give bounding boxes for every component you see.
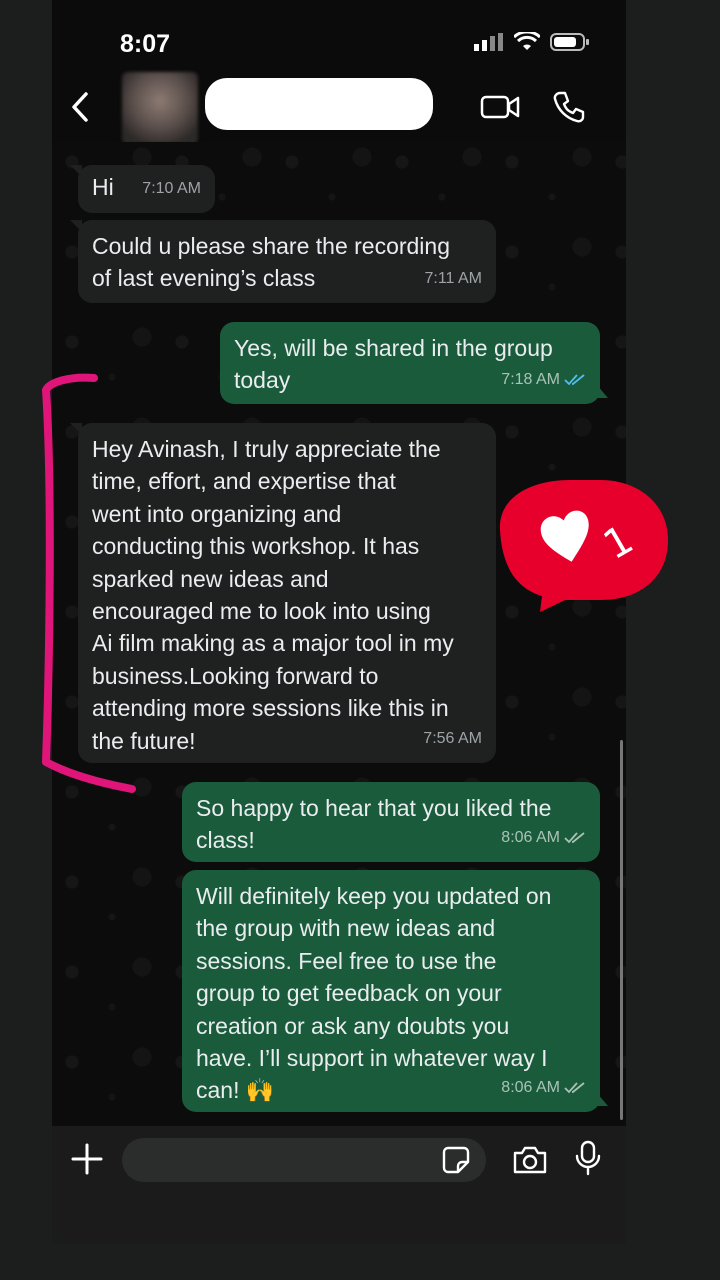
message-time: 8:06 AM xyxy=(501,828,560,846)
message-time: 7:18 AM xyxy=(501,370,560,388)
message-time: 7:10 AM xyxy=(142,179,201,197)
delivered-receipt-icon xyxy=(564,1082,585,1094)
attach-plus-button[interactable] xyxy=(70,1142,104,1176)
status-time: 8:07 xyxy=(120,30,171,58)
message-incoming[interactable]: Could u please share the recording of la… xyxy=(70,220,496,303)
message-text: Hey Avinash, I truly appreciate the time… xyxy=(92,436,454,754)
scroll-indicator[interactable] xyxy=(620,740,623,1120)
reaction-badge: 1 xyxy=(499,480,668,612)
chat-header xyxy=(52,72,626,144)
message-outgoing[interactable]: Yes, will be shared in the group today 7… xyxy=(220,322,608,404)
message-meta: 7:18 AM xyxy=(501,364,586,396)
contact-name-redaction[interactable] xyxy=(205,78,433,130)
status-bar: 8:07 xyxy=(52,0,626,72)
message-text: Will definitely keep you updated on the … xyxy=(196,883,552,1104)
contact-avatar[interactable] xyxy=(122,72,198,144)
message-meta: 8:06 AM xyxy=(501,1072,586,1104)
wifi-icon xyxy=(514,32,540,50)
message-input[interactable] xyxy=(122,1138,486,1182)
video-call-button[interactable] xyxy=(480,92,520,122)
chat-area[interactable]: Hi 7:10 AM Could u please share the reco… xyxy=(52,142,626,1126)
message-meta: 7:56 AM xyxy=(423,723,482,755)
message-time: 8:06 AM xyxy=(501,1078,560,1096)
message-outgoing[interactable]: Will definitely keep you updated on the … xyxy=(182,870,608,1112)
message-time: 7:56 AM xyxy=(423,729,482,747)
message-text: So happy to hear that you liked the clas… xyxy=(196,795,552,854)
message-text: Hi xyxy=(92,174,114,200)
message-text: Could u please share the recording of la… xyxy=(92,233,451,292)
message-outgoing[interactable]: So happy to hear that you liked the clas… xyxy=(182,782,600,862)
message-incoming[interactable]: Hey Avinash, I truly appreciate the time… xyxy=(70,423,496,763)
phone-screen: 8:07 Hi 7:10 AM Could u please share the… xyxy=(52,0,626,1244)
back-button[interactable] xyxy=(66,90,96,124)
message-meta: 7:10 AM xyxy=(142,173,201,205)
signal-icon xyxy=(474,33,503,51)
microphone-button[interactable] xyxy=(574,1140,602,1176)
sticker-button[interactable] xyxy=(442,1146,470,1174)
message-time: 7:11 AM xyxy=(424,269,482,287)
status-icons xyxy=(474,32,590,52)
input-bar xyxy=(52,1126,626,1244)
delivered-receipt-icon xyxy=(564,832,585,844)
message-incoming[interactable]: Hi 7:10 AM xyxy=(70,165,215,213)
battery-icon xyxy=(550,33,589,51)
read-receipt-icon xyxy=(564,374,585,386)
camera-button[interactable] xyxy=(512,1144,548,1176)
message-meta: 8:06 AM xyxy=(501,822,586,854)
voice-call-button[interactable] xyxy=(552,90,586,124)
message-meta: 7:11 AM xyxy=(424,263,482,295)
